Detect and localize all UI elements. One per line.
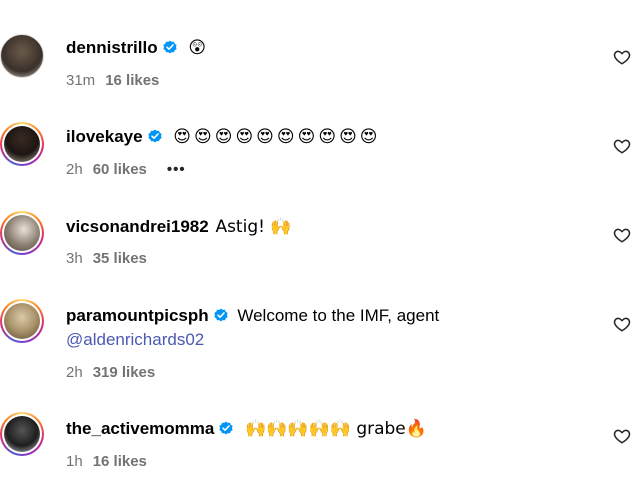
mention-link[interactable]: @aldenrichards02 [66,330,204,349]
comment-text: Astig! 🙌 [215,217,292,237]
avatar[interactable] [0,299,44,343]
avatar[interactable] [0,34,44,78]
verified-badge-icon [147,129,162,143]
more-options-icon[interactable]: ••• [167,161,186,178]
comment-time: 3h [66,250,83,267]
comment-likes[interactable]: 60 likes [93,161,147,178]
avatar[interactable] [0,122,44,166]
avatar[interactable] [0,211,44,255]
heart-outline-icon[interactable] [613,226,631,244]
comment-username[interactable]: ilovekaye [66,127,143,146]
comment-likes[interactable]: 16 likes [93,453,147,470]
comment-likes[interactable]: 16 likes [105,72,159,89]
comment-username[interactable]: dennistrillo [66,38,158,57]
heart-outline-icon[interactable] [613,315,631,333]
heart-outline-icon[interactable] [613,137,631,155]
comment-text: 🙌🙌🙌🙌🙌 grabe🔥 [245,419,427,439]
heart-outline-icon[interactable] [613,427,631,445]
comment-likes[interactable]: 319 likes [93,364,156,381]
verified-badge-icon [214,308,228,322]
comment-username[interactable]: the_activemomma [66,419,214,438]
comment-time: 2h [66,161,83,178]
comment-likes[interactable]: 35 likes [93,250,147,267]
comment-time: 2h [66,364,83,381]
comment-time: 31m [66,72,96,89]
verified-badge-icon [163,40,177,54]
verified-badge-icon [219,421,233,435]
comment-time: 1h [66,453,83,470]
heart-outline-icon[interactable] [613,48,631,66]
comment-text: 😲 [188,38,207,58]
comment-text: 😍😍😍😍😍😍😍😍😍😍 [173,127,381,147]
comment-username[interactable]: vicsonandrei1982 [66,217,209,236]
comment-username[interactable]: paramountpicsph [66,306,209,325]
avatar[interactable] [0,412,44,456]
comment-text: Welcome to the IMF, agent [237,306,440,325]
